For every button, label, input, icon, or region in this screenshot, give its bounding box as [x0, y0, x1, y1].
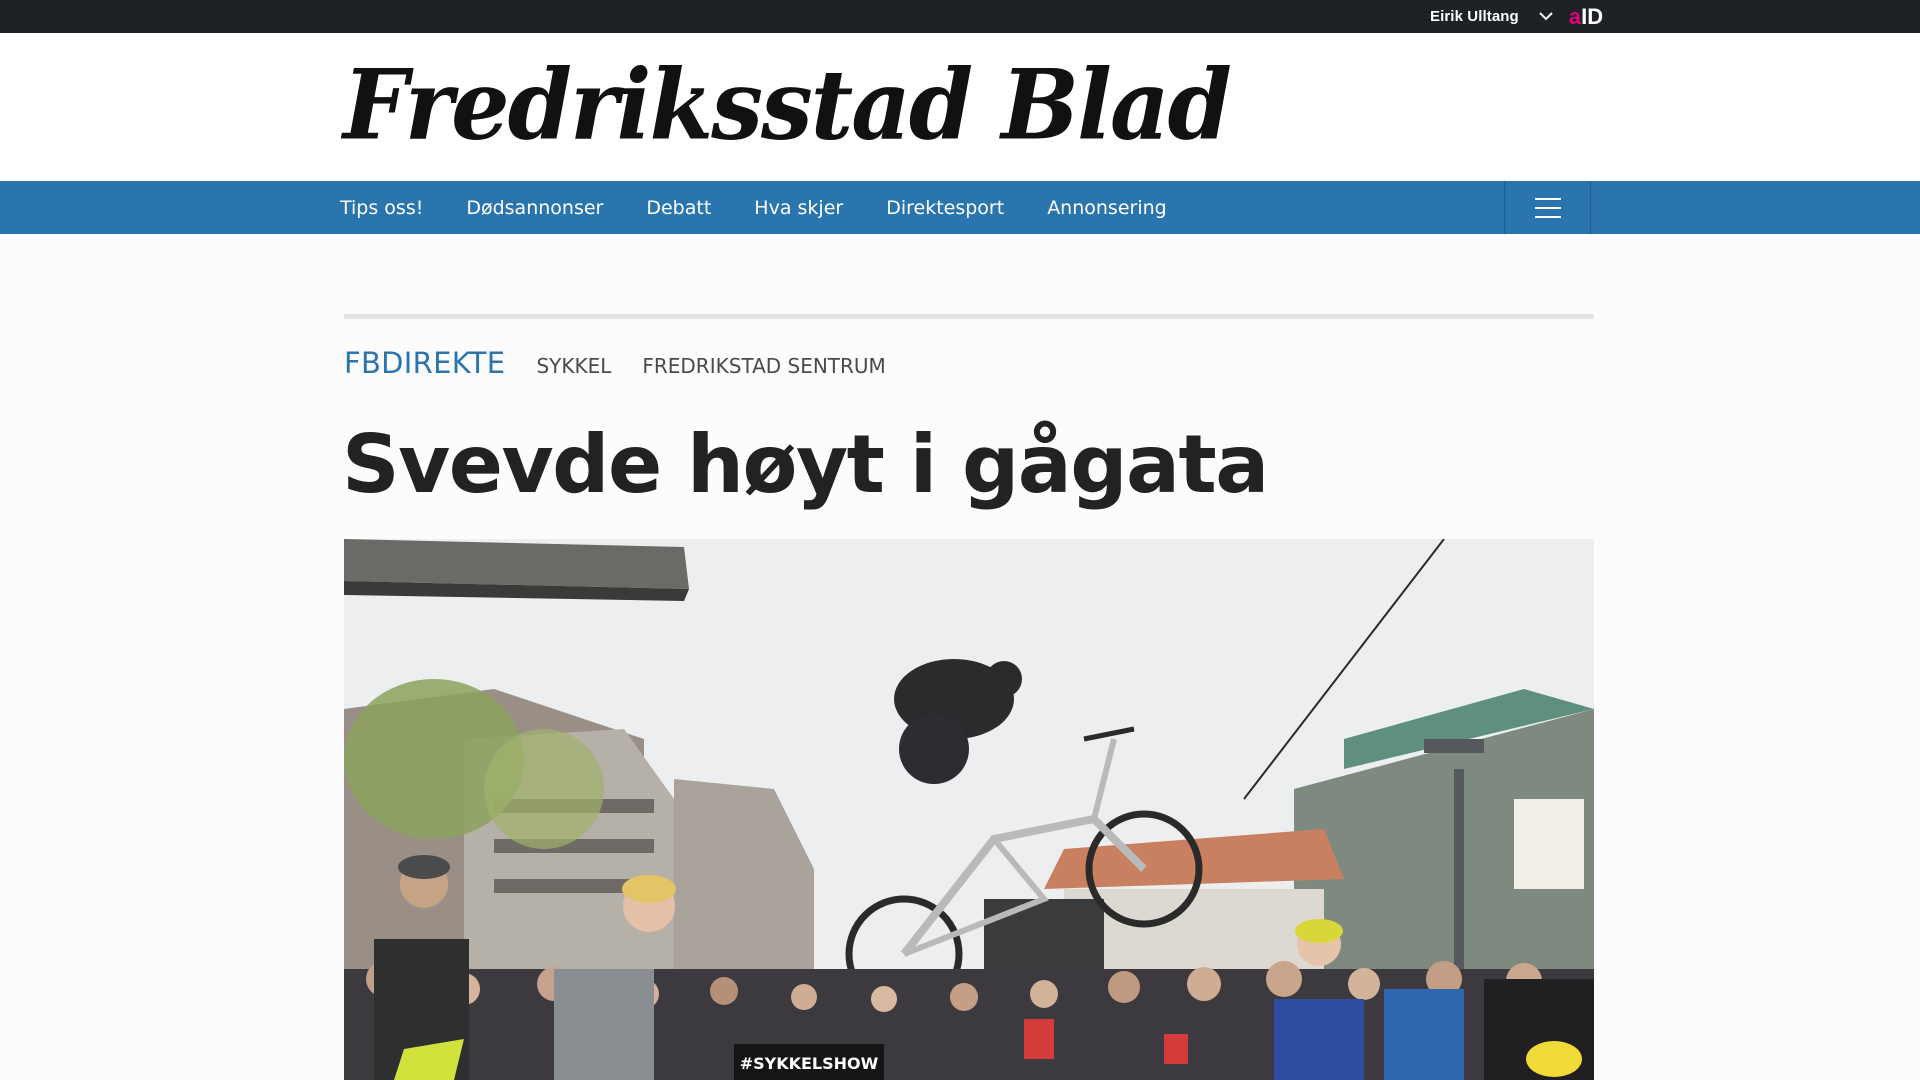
tag-sykkel[interactable]: SYKKEL — [536, 354, 611, 378]
aid-logo[interactable]: aID — [1569, 4, 1603, 30]
article-headline: Svevde høyt i gågata — [342, 418, 1269, 511]
tag-fredrikstad-sentrum[interactable]: FREDRIKSTAD SENTRUM — [642, 354, 885, 378]
tag-fbdirekte[interactable]: FBDIREKTE — [344, 346, 505, 380]
hamburger-menu-button[interactable] — [1504, 181, 1591, 234]
hero-image-sign: #SYKKELSHOW — [740, 1054, 879, 1073]
nav-item-debatt[interactable]: Debatt — [646, 197, 711, 219]
top-account-bar: Eirik Ulltang aID — [0, 0, 1920, 33]
nav-item-annonsering[interactable]: Annonsering — [1047, 197, 1167, 219]
masthead: Fredriksstad Blad — [0, 33, 1920, 181]
account-menu[interactable]: Eirik Ulltang aID — [1430, 0, 1603, 33]
nav-item-direktesport[interactable]: Direktesport — [886, 197, 1004, 219]
article-hero-image[interactable]: #SYKKELSHOW — [344, 539, 1594, 1080]
chevron-down-icon[interactable] — [1535, 6, 1557, 28]
nav-item-dodsannonser[interactable]: Dødsannonser — [466, 197, 603, 219]
article-tags: FBDIREKTE SYKKEL FREDRIKSTAD SENTRUM — [344, 346, 886, 380]
site-logo[interactable]: Fredriksstad Blad — [343, 48, 1232, 161]
hamburger-menu-icon — [1534, 197, 1561, 218]
account-user-name[interactable]: Eirik Ulltang — [1430, 8, 1519, 25]
nav-item-hva-skjer[interactable]: Hva skjer — [754, 197, 843, 219]
main-navigation: Tips oss! Dødsannonser Debatt Hva skjer … — [0, 181, 1920, 234]
content-divider — [344, 314, 1594, 319]
nav-item-tips-oss[interactable]: Tips oss! — [340, 197, 423, 219]
